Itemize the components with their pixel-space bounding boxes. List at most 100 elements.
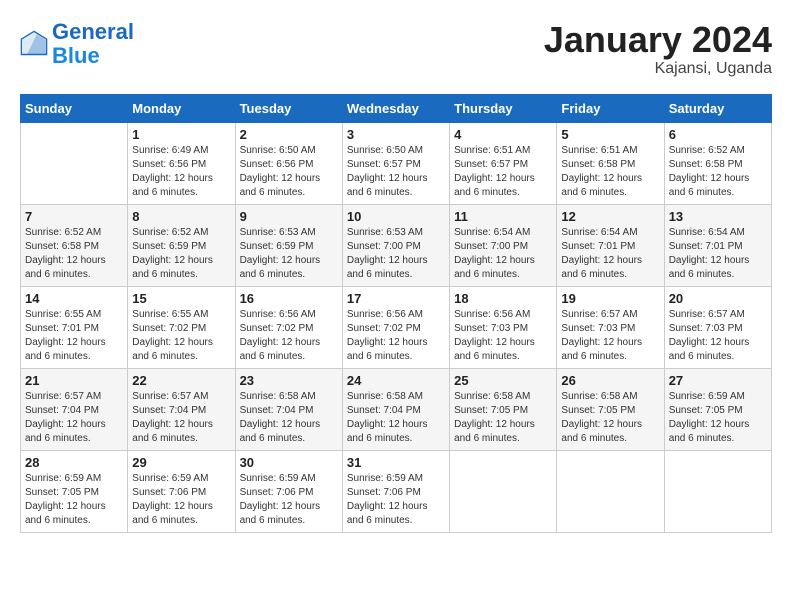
day-info: Sunrise: 6:59 AM Sunset: 7:06 PM Dayligh… (240, 472, 338, 528)
day-info: Sunrise: 6:56 AM Sunset: 7:02 PM Dayligh… (347, 308, 445, 364)
weekday-monday: Monday (128, 94, 235, 122)
day-number: 20 (669, 291, 767, 306)
day-info: Sunrise: 6:58 AM Sunset: 7:04 PM Dayligh… (347, 390, 445, 446)
weekday-thursday: Thursday (450, 94, 557, 122)
day-number: 26 (561, 373, 659, 388)
day-cell: 9 Sunrise: 6:53 AM Sunset: 6:59 PM Daylig… (235, 204, 342, 286)
day-info: Sunrise: 6:57 AM Sunset: 7:03 PM Dayligh… (669, 308, 767, 364)
calendar-table: SundayMondayTuesdayWednesdayThursdayFrid… (20, 94, 772, 533)
day-cell: 10 Sunrise: 6:53 AM Sunset: 7:00 PM Dayli… (342, 204, 449, 286)
day-info: Sunrise: 6:50 AM Sunset: 6:56 PM Dayligh… (240, 144, 338, 200)
day-number: 13 (669, 209, 767, 224)
day-info: Sunrise: 6:58 AM Sunset: 7:05 PM Dayligh… (454, 390, 552, 446)
day-number: 7 (25, 209, 123, 224)
weekday-header-row: SundayMondayTuesdayWednesdayThursdayFrid… (21, 94, 772, 122)
day-number: 3 (347, 127, 445, 142)
day-info: Sunrise: 6:51 AM Sunset: 6:57 PM Dayligh… (454, 144, 552, 200)
day-cell: 17 Sunrise: 6:56 AM Sunset: 7:02 PM Dayli… (342, 286, 449, 368)
day-cell: 23Sunrise: 6:58 AM Sunset: 7:04 PM Dayli… (235, 368, 342, 450)
day-cell: 25 Sunrise: 6:58 AM Sunset: 7:05 PM Dayli… (450, 368, 557, 450)
day-cell: 26Sunrise: 6:58 AM Sunset: 7:05 PM Dayli… (557, 368, 664, 450)
day-cell: 22 Sunrise: 6:57 AM Sunset: 7:04 PM Dayli… (128, 368, 235, 450)
day-number: 25 (454, 373, 552, 388)
day-info: Sunrise: 6:49 AM Sunset: 6:56 PM Dayligh… (132, 144, 230, 200)
day-info: Sunrise: 6:52 AM Sunset: 6:59 PM Dayligh… (132, 226, 230, 282)
day-info: Sunrise: 6:53 AM Sunset: 6:59 PM Dayligh… (240, 226, 338, 282)
day-number: 5 (561, 127, 659, 142)
day-info: Sunrise: 6:59 AM Sunset: 7:06 PM Dayligh… (347, 472, 445, 528)
calendar-body: 1 Sunrise: 6:49 AM Sunset: 6:56 PM Daylig… (21, 122, 772, 532)
day-info: Sunrise: 6:52 AM Sunset: 6:58 PM Dayligh… (669, 144, 767, 200)
day-cell: 3Sunrise: 6:50 AM Sunset: 6:57 PM Daylig… (342, 122, 449, 204)
day-cell: 4Sunrise: 6:51 AM Sunset: 6:57 PM Daylig… (450, 122, 557, 204)
day-cell: 15Sunrise: 6:55 AM Sunset: 7:02 PM Dayli… (128, 286, 235, 368)
day-number: 2 (240, 127, 338, 142)
day-cell: 16 Sunrise: 6:56 AM Sunset: 7:02 PM Dayli… (235, 286, 342, 368)
day-cell: 24 Sunrise: 6:58 AM Sunset: 7:04 PM Dayli… (342, 368, 449, 450)
day-info: Sunrise: 6:54 AM Sunset: 7:01 PM Dayligh… (669, 226, 767, 282)
weekday-wednesday: Wednesday (342, 94, 449, 122)
day-info: Sunrise: 6:56 AM Sunset: 7:02 PM Dayligh… (240, 308, 338, 364)
logo-text: GeneralBlue (52, 20, 134, 68)
page-header: GeneralBlue January 2024 Kajansi, Uganda (20, 20, 772, 78)
weekday-tuesday: Tuesday (235, 94, 342, 122)
day-number: 30 (240, 455, 338, 470)
title-block: January 2024 Kajansi, Uganda (544, 20, 772, 78)
day-number: 28 (25, 455, 123, 470)
day-info: Sunrise: 6:57 AM Sunset: 7:04 PM Dayligh… (25, 390, 123, 446)
day-number: 22 (132, 373, 230, 388)
day-number: 23 (240, 373, 338, 388)
day-number: 15 (132, 291, 230, 306)
week-row-3: 21 Sunrise: 6:57 AM Sunset: 7:04 PM Dayli… (21, 368, 772, 450)
day-info: Sunrise: 6:56 AM Sunset: 7:03 PM Dayligh… (454, 308, 552, 364)
day-number: 27 (669, 373, 767, 388)
day-number: 12 (561, 209, 659, 224)
day-info: Sunrise: 6:59 AM Sunset: 7:05 PM Dayligh… (669, 390, 767, 446)
logo-icon (20, 30, 48, 58)
week-row-2: 14Sunrise: 6:55 AM Sunset: 7:01 PM Dayli… (21, 286, 772, 368)
day-info: Sunrise: 6:59 AM Sunset: 7:06 PM Dayligh… (132, 472, 230, 528)
day-cell (557, 450, 664, 532)
day-cell (21, 122, 128, 204)
day-number: 17 (347, 291, 445, 306)
day-info: Sunrise: 6:53 AM Sunset: 7:00 PM Dayligh… (347, 226, 445, 282)
day-info: Sunrise: 6:54 AM Sunset: 7:01 PM Dayligh… (561, 226, 659, 282)
day-number: 31 (347, 455, 445, 470)
day-number: 21 (25, 373, 123, 388)
day-info: Sunrise: 6:57 AM Sunset: 7:03 PM Dayligh… (561, 308, 659, 364)
day-cell: 18 Sunrise: 6:56 AM Sunset: 7:03 PM Dayli… (450, 286, 557, 368)
day-cell (450, 450, 557, 532)
day-info: Sunrise: 6:57 AM Sunset: 7:04 PM Dayligh… (132, 390, 230, 446)
location: Kajansi, Uganda (544, 60, 772, 78)
day-cell: 29 Sunrise: 6:59 AM Sunset: 7:06 PM Dayli… (128, 450, 235, 532)
month-title: January 2024 (544, 20, 772, 60)
week-row-1: 7Sunrise: 6:52 AM Sunset: 6:58 PM Daylig… (21, 204, 772, 286)
day-cell: 30 Sunrise: 6:59 AM Sunset: 7:06 PM Dayli… (235, 450, 342, 532)
day-number: 18 (454, 291, 552, 306)
day-number: 29 (132, 455, 230, 470)
day-cell: 2 Sunrise: 6:50 AM Sunset: 6:56 PM Daylig… (235, 122, 342, 204)
day-number: 9 (240, 209, 338, 224)
day-info: Sunrise: 6:54 AM Sunset: 7:00 PM Dayligh… (454, 226, 552, 282)
day-cell: 28 Sunrise: 6:59 AM Sunset: 7:05 PM Dayli… (21, 450, 128, 532)
day-cell: 27 Sunrise: 6:59 AM Sunset: 7:05 PM Dayli… (664, 368, 771, 450)
day-cell: 21 Sunrise: 6:57 AM Sunset: 7:04 PM Dayli… (21, 368, 128, 450)
day-cell: 19Sunrise: 6:57 AM Sunset: 7:03 PM Dayli… (557, 286, 664, 368)
day-cell: 5Sunrise: 6:51 AM Sunset: 6:58 PM Daylig… (557, 122, 664, 204)
day-info: Sunrise: 6:55 AM Sunset: 7:01 PM Dayligh… (25, 308, 123, 364)
day-cell: 6Sunrise: 6:52 AM Sunset: 6:58 PM Daylig… (664, 122, 771, 204)
day-info: Sunrise: 6:59 AM Sunset: 7:05 PM Dayligh… (25, 472, 123, 528)
week-row-0: 1 Sunrise: 6:49 AM Sunset: 6:56 PM Daylig… (21, 122, 772, 204)
day-number: 16 (240, 291, 338, 306)
day-number: 1 (132, 127, 230, 142)
day-cell: 31 Sunrise: 6:59 AM Sunset: 7:06 PM Dayli… (342, 450, 449, 532)
day-number: 24 (347, 373, 445, 388)
weekday-saturday: Saturday (664, 94, 771, 122)
day-number: 10 (347, 209, 445, 224)
day-cell: 1 Sunrise: 6:49 AM Sunset: 6:56 PM Daylig… (128, 122, 235, 204)
day-cell: 14Sunrise: 6:55 AM Sunset: 7:01 PM Dayli… (21, 286, 128, 368)
weekday-friday: Friday (557, 94, 664, 122)
week-row-4: 28 Sunrise: 6:59 AM Sunset: 7:05 PM Dayli… (21, 450, 772, 532)
day-number: 11 (454, 209, 552, 224)
logo: GeneralBlue (20, 20, 134, 68)
